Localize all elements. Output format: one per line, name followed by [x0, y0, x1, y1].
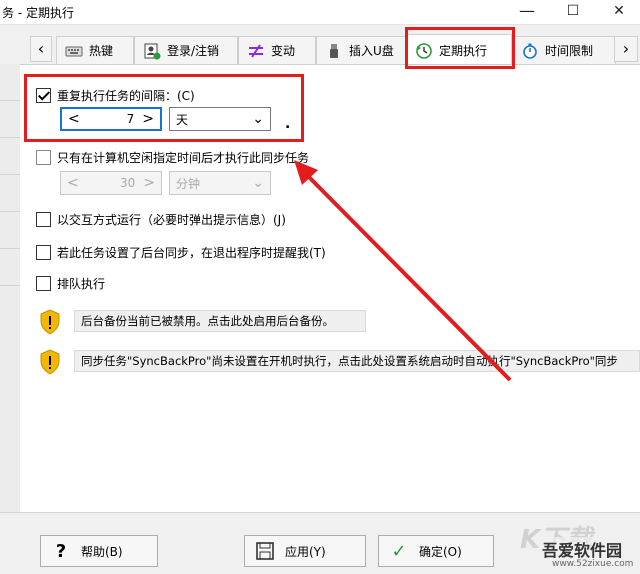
tab-usb[interactable]: 插入U盘 [316, 36, 406, 64]
tab-time-limit-label: 时间限制 [545, 44, 594, 58]
highlight-box-repeat [24, 74, 304, 142]
tab-login-logout[interactable]: 登录/注销 [134, 36, 238, 64]
increment-icon[interactable]: > [143, 175, 155, 191]
idle-checkbox[interactable] [36, 150, 51, 165]
background-backup-notice[interactable]: 后台备份当前已被禁用。点击此处启用后台备份。 [74, 310, 366, 332]
tab-hotkey-label: 热键 [89, 44, 114, 58]
keyboard-icon [65, 46, 83, 56]
ok-button[interactable]: ✓ 确定(O) [378, 535, 494, 567]
interactive-label: 以交互方式运行（必要时弹出提示信息）(J) [57, 213, 286, 227]
help-button[interactable]: ? 帮助(B) [40, 535, 158, 567]
tab-usb-label: 插入U盘 [349, 44, 394, 58]
chevron-down-icon: ⌄ [252, 175, 264, 191]
warning-shield-icon [40, 349, 60, 375]
maximize-button[interactable]: ☐ [550, 0, 596, 24]
idle-interval-value: 30 [119, 176, 136, 190]
tab-hotkey[interactable]: 热键 [56, 36, 134, 64]
apply-button[interactable]: 应用(Y) [244, 535, 366, 567]
minimize-button[interactable]: — [504, 0, 550, 24]
ok-label: 确定(O) [419, 544, 462, 559]
tab-change-label: 变动 [271, 44, 296, 58]
tab-login-logout-label: 登录/注销 [167, 44, 220, 58]
tab-scroll-right-button[interactable]: › [614, 36, 638, 62]
remind-label: 若此任务设置了后台同步，在退出程序时提醒我(T) [57, 246, 326, 260]
watermark-text: 吾爱软件园 [542, 537, 623, 561]
usb-icon [330, 43, 338, 58]
tab-time-limit[interactable]: 时间限制 [512, 36, 616, 64]
interactive-checkbox[interactable] [36, 212, 51, 227]
idle-option[interactable]: 只有在计算机空闲指定时间后才执行此同步任务 [36, 149, 309, 166]
highlight-box-tab [405, 27, 515, 69]
idle-interval-spinner[interactable]: < 30 > [60, 171, 162, 195]
user-badge-icon [144, 43, 161, 59]
interactive-option[interactable]: 以交互方式运行（必要时弹出提示信息）(J) [36, 211, 286, 228]
watermark: K下载 吾爱软件园 www.52zixue.com [520, 515, 638, 571]
help-icon: ? [55, 540, 67, 562]
change-icon [249, 43, 263, 58]
remind-option[interactable]: 若此任务设置了后台同步，在退出程序时提醒我(T) [36, 244, 326, 261]
idle-label: 只有在计算机空闲指定时间后才执行此同步任务 [57, 151, 310, 165]
queue-option[interactable]: 排队执行 [36, 275, 105, 292]
close-button[interactable]: ✕ [596, 0, 640, 24]
left-list-strip [0, 64, 21, 512]
queue-label: 排队执行 [57, 277, 106, 291]
idle-unit-select[interactable]: 分钟 ⌄ [169, 171, 271, 195]
idle-unit-value: 分钟 [176, 176, 201, 191]
decrement-icon[interactable]: < [67, 175, 79, 191]
stopwatch-icon [523, 43, 537, 59]
apply-label: 应用(Y) [285, 544, 326, 559]
tab-scroll-left-button[interactable]: ‹ [30, 36, 52, 62]
startup-notice[interactable]: 同步任务"SyncBackPro"尚未设置在开机时执行，点击此处设置系统启动时自… [74, 350, 640, 372]
window-title: 务 - 定期执行 [2, 6, 74, 20]
checkmark-icon: ✓ [391, 540, 407, 562]
save-icon [256, 542, 274, 560]
tab-strip: ‹ 热键 登录/注销 变动 插入U盘 定期执行 时间限制 › [0, 34, 640, 66]
tab-change[interactable]: 变动 [238, 36, 316, 64]
warning-shield-icon [40, 309, 60, 335]
watermark-url: www.52zixue.com [552, 559, 634, 569]
help-label: 帮助(B) [81, 544, 123, 559]
remind-checkbox[interactable] [36, 245, 51, 260]
queue-checkbox[interactable] [36, 276, 51, 291]
title-bar: 务 - 定期执行 — ☐ ✕ [0, 0, 640, 25]
